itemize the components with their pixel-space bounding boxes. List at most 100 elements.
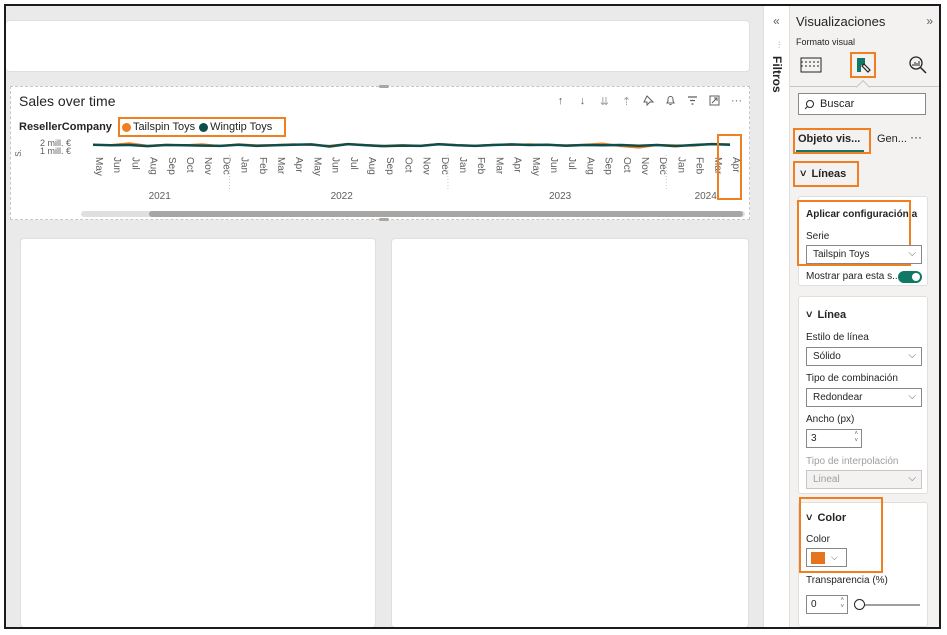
double-arrow-down-icon[interactable]: ⇊ xyxy=(598,95,611,109)
x-tick-label: Sep xyxy=(384,157,395,175)
x-tick-label: Nov xyxy=(202,157,213,175)
x-tick-label: Sep xyxy=(166,157,177,175)
year-label: 2022 xyxy=(331,191,354,202)
filter-funnel-icon: ⫶ xyxy=(778,40,781,50)
legend-item-wingtip[interactable]: Wingtip Toys xyxy=(199,121,272,133)
interpolation-label: Tipo de interpolación xyxy=(806,456,899,467)
x-tick-label: Apr xyxy=(512,157,523,173)
x-tick-label: Jun xyxy=(548,157,559,173)
line-chart-visual[interactable]: Sales over time ↑ ↓ ⇊ ⇡ ··· ResellerComp… xyxy=(10,85,750,221)
horizontal-scrollbar[interactable] xyxy=(81,211,745,217)
series-dropdown[interactable]: Tailspin Toys ⌵ xyxy=(806,245,922,264)
highlight-last-month xyxy=(717,134,742,200)
visual-placeholder-top[interactable] xyxy=(6,20,750,72)
color-label: Color xyxy=(806,534,830,545)
color-swatch xyxy=(811,551,825,564)
section-color[interactable]: ˅ Color xyxy=(806,512,846,524)
analytics-icon[interactable] xyxy=(905,52,931,78)
section-line[interactable]: ˅ Línea xyxy=(806,309,846,321)
visual-header-icons: ↑ ↓ ⇊ ⇡ ··· xyxy=(554,95,743,109)
filters-label: Filtros xyxy=(770,56,784,93)
chevron-down-icon: ⌵ xyxy=(908,391,916,402)
pane-subtitle: Formato visual xyxy=(796,37,856,47)
line-style-dropdown[interactable]: Sólido ⌵ xyxy=(806,347,922,366)
chevron-left-icon[interactable]: « xyxy=(773,14,780,28)
pin-icon[interactable] xyxy=(642,95,655,109)
x-tick-label: May xyxy=(311,157,322,176)
x-tick-label: Dec xyxy=(657,157,668,175)
format-visual-icon[interactable] xyxy=(850,52,876,78)
show-for-series-toggle[interactable] xyxy=(898,271,922,283)
notification-icon[interactable] xyxy=(664,95,677,109)
focus-mode-icon[interactable] xyxy=(708,95,721,109)
scrollbar-thumb[interactable] xyxy=(149,211,743,217)
width-label: Ancho (px) xyxy=(806,414,855,425)
chevron-down-icon: ˅ xyxy=(806,512,813,524)
x-tick-label: Feb xyxy=(694,157,705,175)
resize-handle-top[interactable] xyxy=(379,85,389,88)
search-input[interactable]: Buscar xyxy=(798,93,926,115)
x-tick-label: Dec xyxy=(439,157,450,175)
color-picker-button[interactable]: ⌵ xyxy=(806,548,847,567)
chevron-right-icon[interactable]: » xyxy=(926,14,933,28)
year-label: 2021 xyxy=(149,191,172,202)
stepper-icon[interactable]: ˄ ˅ xyxy=(840,597,844,611)
x-tick-label: May xyxy=(93,157,104,176)
tab-general[interactable]: Gen... xyxy=(877,133,907,145)
x-tick-label: Jul xyxy=(348,157,359,170)
chart-plot-area: S.2 mill. €1 mill. €May Jun Jul Aug Sep Oct No… xyxy=(14,138,741,202)
transparency-label: Transparencia (%) xyxy=(806,575,888,586)
more-tabs-icon[interactable]: ··· xyxy=(910,130,922,144)
resize-handle-bottom[interactable] xyxy=(379,218,389,221)
chart-title: Sales over time xyxy=(19,93,116,109)
transparency-slider-track[interactable] xyxy=(860,604,920,606)
format-tabs: Objeto vis... Gen... ··· xyxy=(790,128,939,154)
year-label: 2023 xyxy=(549,191,572,202)
series-label: Serie xyxy=(806,231,830,242)
line-style-label: Estilo de línea xyxy=(806,332,869,343)
y-axis-label: S. xyxy=(14,149,23,157)
x-tick-label: Oct xyxy=(621,157,632,173)
transparency-input[interactable]: 0 ˄ ˅ xyxy=(806,595,848,614)
selected-pointer xyxy=(855,79,871,95)
x-tick-label: Apr xyxy=(293,157,304,173)
x-tick-label: Jan xyxy=(675,157,686,173)
stepper-icon[interactable]: ˄ ˅ xyxy=(854,431,858,445)
section-lines[interactable]: ˅ Líneas xyxy=(800,168,846,180)
filter-icon[interactable] xyxy=(686,95,699,109)
visual-placeholder-right[interactable] xyxy=(391,238,749,627)
legend-dot-icon xyxy=(199,122,209,132)
apply-settings-label: Aplicar configuración a xyxy=(806,209,918,220)
drill-up-icon[interactable]: ⇡ xyxy=(620,95,633,109)
join-type-label: Tipo de combinación xyxy=(806,373,898,384)
x-tick-label: Nov xyxy=(639,157,650,175)
chevron-down-icon: ˅ xyxy=(806,309,813,321)
join-type-dropdown[interactable]: Redondear ⌵ xyxy=(806,388,922,407)
chevron-down-icon: ⌵ xyxy=(908,350,916,361)
x-tick-label: Feb xyxy=(475,157,486,175)
x-tick-label: Feb xyxy=(257,157,268,175)
y-tick-label: 1 mill. € xyxy=(40,146,71,156)
build-visual-icon[interactable] xyxy=(798,52,824,78)
x-tick-label: Oct xyxy=(402,157,413,173)
arrow-up-icon[interactable]: ↑ xyxy=(554,95,567,109)
more-options-icon[interactable]: ··· xyxy=(730,95,743,109)
x-tick-label: Mar xyxy=(275,157,286,175)
legend-item-tailspin[interactable]: Tailspin Toys xyxy=(121,121,195,133)
x-tick-label: Aug xyxy=(148,157,159,175)
app-window: Sales over time ↑ ↓ ⇊ ⇡ ··· ResellerComp… xyxy=(4,4,941,629)
x-tick-label: Dec xyxy=(220,157,231,175)
width-input[interactable]: 3 ˄ ˅ xyxy=(806,429,862,448)
visual-placeholder-left[interactable] xyxy=(20,238,376,627)
transparency-slider-handle[interactable] xyxy=(854,599,865,610)
arrow-down-icon[interactable]: ↓ xyxy=(576,95,589,109)
filters-pane-collapsed[interactable]: « ⫶ Filtros xyxy=(763,6,790,627)
chevron-down-icon: ⌵ xyxy=(908,473,916,484)
legend-title: ResellerCompany xyxy=(19,121,112,133)
report-canvas: Sales over time ↑ ↓ ⇊ ⇡ ··· ResellerComp… xyxy=(6,6,763,627)
x-tick-label: Mar xyxy=(493,157,504,175)
chevron-down-icon: ⌵ xyxy=(908,248,916,259)
x-tick-label: Jan xyxy=(457,157,468,173)
visualizations-pane: Visualizaciones » Formato visual Buscar … xyxy=(790,6,939,627)
tab-visual[interactable]: Objeto vis... xyxy=(798,133,860,145)
